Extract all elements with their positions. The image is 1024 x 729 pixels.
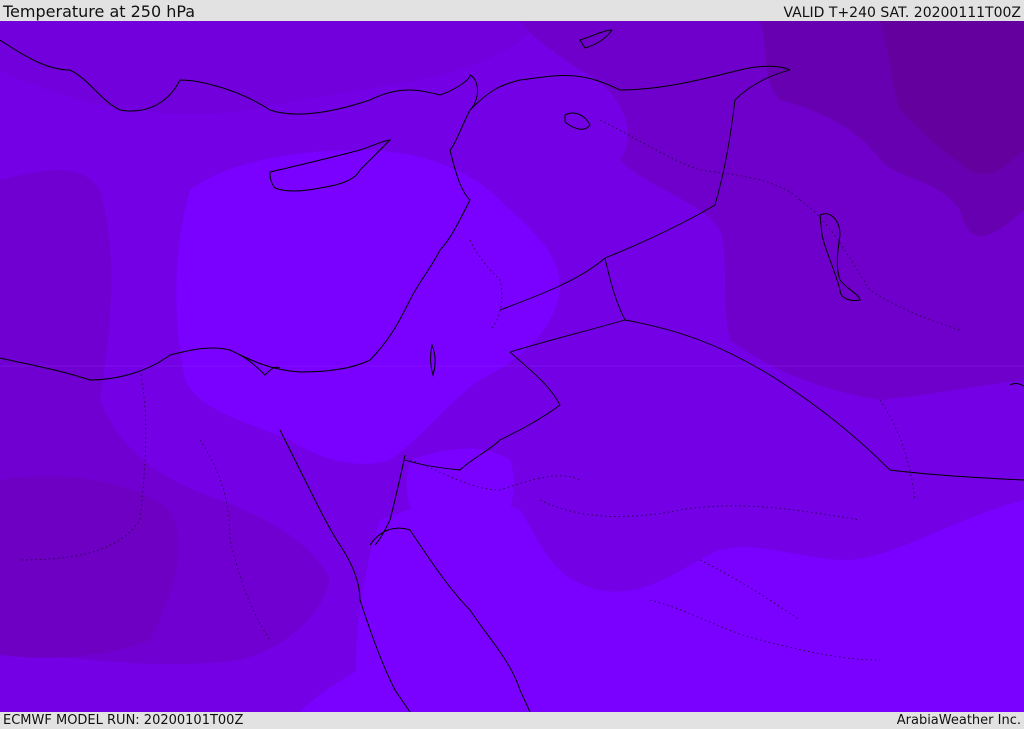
footer-bar: ECMWF MODEL RUN: 20200101T00Z ArabiaWeat… [0,712,1024,729]
header-bar: Temperature at 250 hPa VALID T+240 SAT. … [0,0,1024,21]
weather-map[interactable] [0,21,1024,712]
field-coolest-sw [0,476,179,658]
model-run: ECMWF MODEL RUN: 20200101T00Z [3,713,244,728]
map-title: Temperature at 250 hPa [3,2,196,21]
temperature-field-svg [0,21,1024,712]
credit-label: ArabiaWeather Inc. [896,713,1021,728]
valid-time: VALID T+240 SAT. 20200111T00Z [783,5,1021,21]
